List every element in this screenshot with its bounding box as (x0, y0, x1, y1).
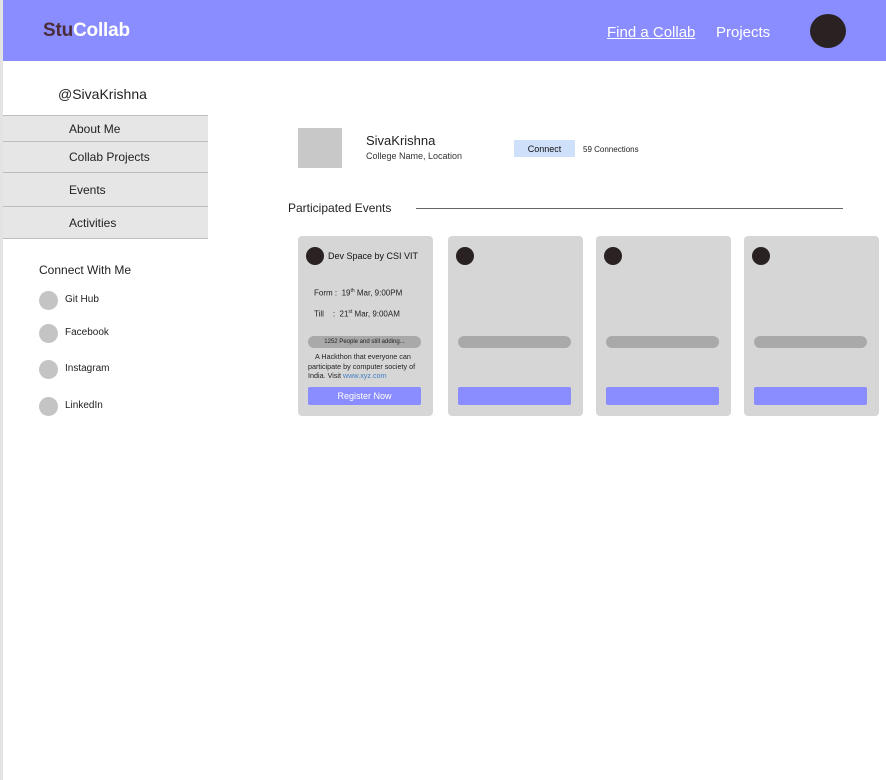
register-button-placeholder[interactable] (458, 387, 571, 405)
profile-name: SivaKrishna (366, 133, 436, 148)
app-logo[interactable]: StuCollab (43, 20, 130, 42)
from-label: Form : (314, 288, 338, 298)
event-start-date: Form : 19th Mar, 9:00PM (314, 288, 402, 298)
sidebar-item-label: Collab Projects (69, 150, 150, 164)
event-link[interactable]: www.xyz.com (343, 371, 387, 380)
instagram-icon (39, 360, 58, 379)
placeholder-bar (606, 336, 719, 348)
user-avatar[interactable] (810, 14, 846, 48)
event-logo-icon (456, 247, 474, 265)
sidebar-username: @SivaKrishna (58, 86, 147, 102)
participants-badge: 1252 People and still adding... (308, 336, 421, 348)
profile-college-location: College Name, Location (366, 151, 463, 161)
event-card-placeholder[interactable] (448, 236, 583, 416)
nav-projects[interactable]: Projects (716, 24, 770, 41)
social-link-github[interactable]: Git Hub (39, 291, 159, 310)
social-label: Git Hub (65, 294, 99, 305)
social-link-facebook[interactable]: Facebook (39, 324, 159, 343)
profile-photo (298, 128, 342, 168)
register-button-placeholder[interactable] (754, 387, 867, 405)
logo-text-collab: Collab (73, 20, 130, 41)
placeholder-bar (458, 336, 571, 348)
till-separator: : (332, 309, 336, 319)
social-link-instagram[interactable]: Instagram (39, 360, 159, 379)
github-icon (39, 291, 58, 310)
event-end-date: Till : 21st Mar, 9:00AM (314, 309, 400, 319)
from-rest: Mar, 9:00PM (356, 288, 403, 298)
linkedin-icon (39, 397, 58, 416)
event-logo-icon (604, 247, 622, 265)
event-logo-icon (752, 247, 770, 265)
sidebar-item-about-me[interactable]: About Me (3, 115, 208, 142)
event-title: Dev Space by CSI VIT (328, 251, 419, 261)
connect-button[interactable]: Connect (514, 140, 575, 157)
sidebar-item-label: About Me (69, 121, 121, 136)
facebook-icon (39, 324, 58, 343)
register-now-button[interactable]: Register Now (308, 387, 421, 405)
register-button-placeholder[interactable] (606, 387, 719, 405)
sidebar-menu: About Me Collab Projects Events Activiti… (3, 115, 208, 239)
connections-count[interactable]: 59 Connections (583, 145, 639, 154)
section-divider (416, 208, 843, 209)
from-suffix: th (350, 288, 355, 294)
logo-text-stu: Stu (43, 20, 74, 41)
sidebar-item-label: Events (69, 182, 106, 197)
event-card-placeholder[interactable] (596, 236, 731, 416)
event-logo-icon (306, 247, 324, 265)
social-label: LinkedIn (65, 400, 103, 411)
top-navbar: StuCollab Find a Collab Projects (3, 0, 886, 61)
participated-events-heading: Participated Events (288, 201, 392, 215)
connect-with-me-heading: Connect With Me (39, 263, 132, 277)
till-suffix: st (348, 309, 353, 315)
event-description: A Hackthon that everyone can participate… (308, 352, 426, 381)
sidebar-item-activities[interactable]: Activities (3, 207, 208, 239)
social-label: Instagram (65, 363, 110, 374)
social-link-linkedin[interactable]: LinkedIn (39, 397, 159, 416)
event-card-placeholder[interactable] (744, 236, 879, 416)
till-label: Till (314, 309, 324, 319)
sidebar-item-collab-projects[interactable]: Collab Projects (3, 142, 208, 173)
placeholder-bar (754, 336, 867, 348)
till-rest: Mar, 9:00AM (354, 309, 400, 319)
sidebar-item-label: Activities (69, 215, 117, 230)
nav-find-a-collab[interactable]: Find a Collab (607, 24, 695, 41)
event-card[interactable]: Dev Space by CSI VIT Form : 19th Mar, 9:… (298, 236, 433, 416)
social-label: Facebook (65, 327, 109, 338)
sidebar-item-events[interactable]: Events (3, 173, 208, 207)
